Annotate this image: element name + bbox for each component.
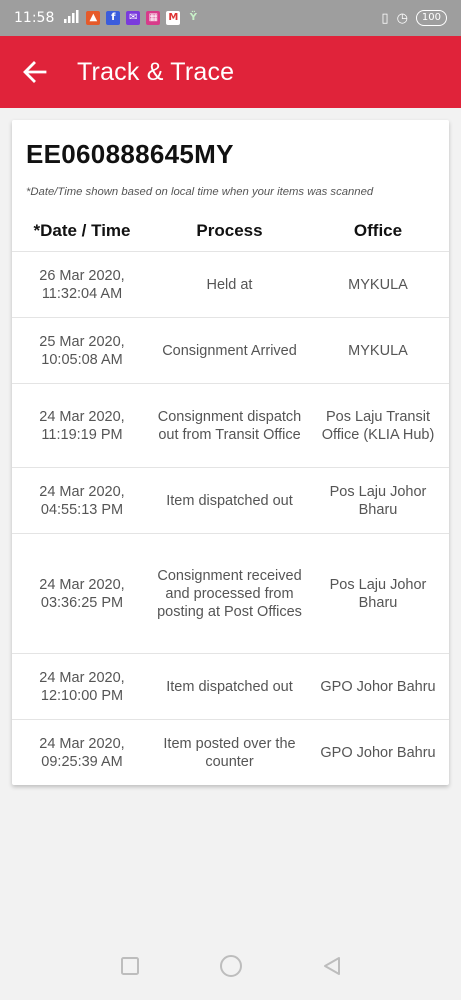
page-title: Track & Trace [77,57,235,86]
recent-apps-icon[interactable] [119,955,141,977]
app-bar: Track & Trace [0,36,461,108]
row-date-time: 24 Mar 2020, 11:19:19 PM [39,408,125,443]
back-button[interactable] [0,36,70,108]
table-row: 24 Mar 2020, 03:36:25 PM Consignment rece… [12,533,449,653]
status-bar: 11:58 ▲ f ✉ ▦ M Ϋ ▯ ◷ 100 [0,0,461,36]
table-row: 24 Mar 2020, 11:19:19 PM Consignment disp… [12,383,449,467]
row-date-time: 24 Mar 2020, 03:36:25 PM [39,576,125,611]
row-process: Item dispatched out [166,678,293,695]
row-office: GPO Johor Bahru [320,678,436,695]
system-nav-bar [0,932,461,1000]
header-office: Office [353,221,403,240]
tracking-card: EE060888645MY *Date/Time shown based on … [12,120,449,785]
gmail-icon: M [166,11,181,25]
row-office: GPO Johor Bahru [320,744,436,761]
row-office: Pos Laju Transit Office (KLIA Hub) [321,408,435,443]
row-date-time: 25 Mar 2020, 10:05:08 AM [39,333,125,368]
tracking-table: 26 Mar 2020, 11:32:04 AM Held at MYKULA 2… [12,251,449,785]
header-process: Process [196,221,263,240]
row-process: Item dispatched out [166,492,293,509]
facebook-icon: f [106,11,121,25]
back-icon[interactable] [321,955,343,977]
arrow-left-icon[interactable] [23,61,47,83]
row-process: Consignment received and processed from … [157,567,302,620]
row-process: Held at [206,276,253,293]
alarm-icon: ◷ [396,10,408,26]
vibrate-icon: ▯ [381,10,389,26]
table-header: *Date / Time Process Office [12,210,449,252]
row-process: Item posted over the counter [163,735,296,770]
battery-icon: 100 [415,10,447,26]
row-office: Pos Laju Johor Bharu [329,576,427,611]
table-row: 24 Mar 2020, 04:55:13 PM Item dispatched … [12,467,449,533]
home-icon[interactable] [218,953,244,979]
row-process: Consignment Arrived [162,342,297,359]
app-icon: ▲ [86,11,101,25]
row-office: Pos Laju Johor Bharu [329,483,427,518]
wechat-icon: Ϋ [189,12,197,23]
row-date-time: 24 Mar 2020, 09:25:39 AM [39,735,125,770]
signal-icon [64,9,80,27]
row-process: Consignment dispatch out from Transit Of… [157,408,302,443]
table-row: 25 Mar 2020, 10:05:08 AM Consignment Arri… [12,317,449,383]
row-date-time: 24 Mar 2020, 04:55:13 PM [39,483,125,518]
email-icon: ✉ [126,11,141,25]
table-row: 26 Mar 2020, 11:32:04 AM Held at MYKULA [12,251,449,317]
row-office: MYKULA [348,276,408,293]
row-office: MYKULA [348,342,408,359]
status-time: 11:58 [14,10,55,26]
row-date-time: 26 Mar 2020, 11:32:04 AM [39,267,125,302]
table-row: 24 Mar 2020, 12:10:00 PM Item dispatched … [12,653,449,719]
table-row: 24 Mar 2020, 09:25:39 AM Item posted over… [12,719,449,785]
tracking-number: EE060888645MY [26,139,234,169]
row-date-time: 24 Mar 2020, 12:10:00 PM [39,669,125,704]
timezone-note: *Date/Time shown based on local time whe… [26,186,374,198]
grid-app-icon: ▦ [146,11,161,25]
header-date-time: *Date / Time [33,221,131,240]
